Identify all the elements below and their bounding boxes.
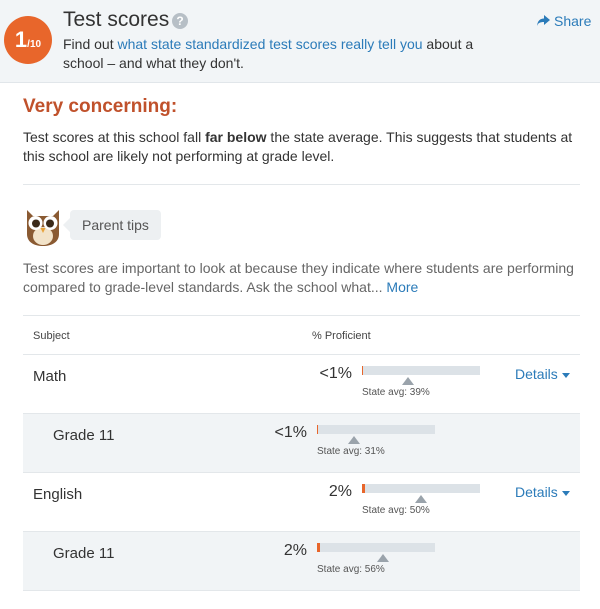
rating-desc-bold: far below: [205, 129, 267, 145]
parent-tips-toggle[interactable]: Parent tips: [63, 210, 161, 240]
table-row: Grade 11 <1% State avg: 31%: [23, 414, 580, 473]
share-label: Share: [554, 13, 592, 29]
parent-tips-text: Test scores are important to look at bec…: [23, 259, 583, 297]
proficiency-bar: State avg: 31%: [317, 425, 435, 465]
section-subtitle: Find out what state standardized test sc…: [63, 35, 493, 73]
share-arrow-icon: [537, 13, 550, 29]
subject-label: English: [33, 486, 83, 503]
rating-denominator: /10: [27, 39, 42, 50]
subject-label: Math: [33, 368, 67, 385]
column-header-proficient: % Proficient: [312, 330, 371, 342]
bar-track: [362, 366, 480, 375]
bar-track: [317, 425, 435, 434]
bar-fill: [362, 366, 363, 375]
proficiency-bar: State avg: 39%: [362, 366, 480, 406]
percent-proficient: <1%: [274, 424, 307, 441]
rating-number: 1: [14, 27, 28, 52]
scores-table: Subject % Proficient Math <1% State avg:…: [23, 315, 580, 591]
state-avg-label: State avg: 39%: [362, 387, 430, 398]
table-row: Grade 11 2% State avg: 56%: [23, 532, 580, 591]
proficiency-bar: State avg: 56%: [317, 543, 435, 583]
bar-fill: [362, 484, 365, 493]
more-link[interactable]: More: [386, 279, 418, 295]
state-avg-label: State avg: 50%: [362, 505, 430, 516]
subject-label: Grade 11: [53, 427, 115, 444]
bar-track: [362, 484, 480, 493]
state-avg-label: State avg: 31%: [317, 446, 385, 457]
table-row: English 2% State avg: 50% Details: [23, 473, 580, 532]
column-header-subject: Subject: [33, 330, 70, 342]
table-header: Subject % Proficient: [23, 315, 580, 355]
state-avg-marker: [347, 436, 360, 444]
table-row: Math <1% State avg: 39% Details: [23, 355, 580, 414]
state-avg-label: State avg: 56%: [317, 564, 385, 575]
percent-proficient: 2%: [283, 542, 307, 559]
rating-description: Test scores at this school fall far belo…: [23, 128, 583, 166]
divider: [23, 184, 580, 185]
bar-track: [317, 543, 435, 552]
bar-fill: [317, 425, 318, 434]
state-avg-marker: [415, 495, 427, 503]
bar-fill: [317, 543, 320, 552]
owl-icon: [22, 204, 64, 246]
state-avg-marker: [402, 377, 415, 385]
state-avg-marker: [377, 554, 390, 562]
test-scores-header: 1/10 Test scores ? Find out what state s…: [0, 0, 600, 83]
percent-proficient: 2%: [328, 483, 352, 500]
caret-down-icon: [561, 490, 570, 496]
details-toggle[interactable]: Details: [515, 484, 570, 500]
proficiency-bar: State avg: 50%: [362, 484, 480, 524]
details-label: Details: [515, 366, 558, 382]
details-label: Details: [515, 484, 558, 500]
subject-label: Grade 11: [53, 545, 115, 562]
test-scores-body: Very concerning: Test scores at this sch…: [4, 82, 600, 609]
subtitle-prefix: Find out: [63, 36, 118, 52]
question-circle-icon[interactable]: ?: [172, 13, 188, 29]
details-toggle[interactable]: Details: [515, 366, 570, 382]
share-button[interactable]: Share: [537, 13, 591, 29]
test-scores-info-link[interactable]: what state standardized test scores real…: [117, 36, 422, 52]
parent-tips-body: Test scores are important to look at bec…: [23, 260, 574, 295]
percent-proficient: <1%: [319, 365, 352, 382]
caret-down-icon: [561, 372, 570, 378]
rating-desc-prefix: Test scores at this school fall: [23, 129, 206, 145]
rating-label: Very concerning:: [23, 96, 178, 117]
section-title: Test scores: [63, 8, 170, 31]
rating-badge: 1/10: [4, 16, 52, 64]
